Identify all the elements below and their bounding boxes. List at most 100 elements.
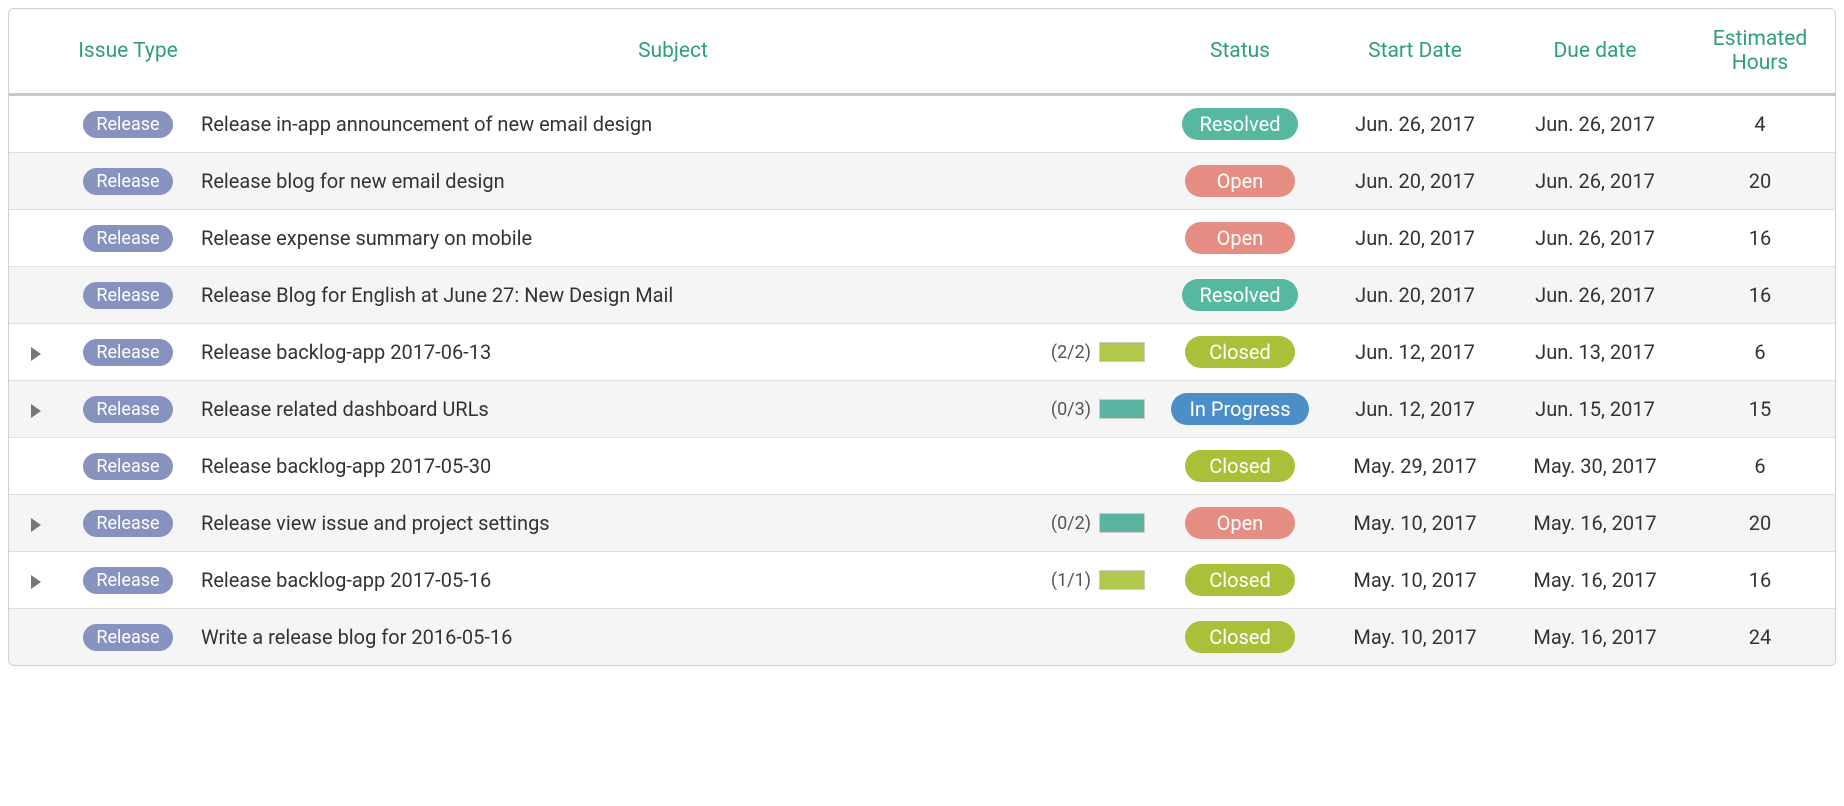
subtask-indicator: (0/3) [1051,399,1145,420]
status-badge: Closed [1185,564,1295,596]
caret-right-icon[interactable] [31,518,41,532]
subject-cell[interactable]: Release view issue and project settings (… [191,495,1155,552]
expand-cell[interactable] [9,381,65,438]
subject-cell[interactable]: Release in-app announcement of new email… [191,95,1155,153]
table-row[interactable]: ReleaseRelease backlog-app 2017-05-30Clo… [9,438,1835,495]
status-badge: Closed [1185,621,1295,653]
col-header-start-date[interactable]: Start Date [1325,9,1505,95]
expand-cell[interactable] [9,495,65,552]
status-badge: Open [1185,165,1295,197]
subtask-count: (0/3) [1051,399,1091,420]
estimated-hours-cell: 20 [1685,153,1835,210]
estimated-hours-cell: 16 [1685,552,1835,609]
caret-right-icon[interactable] [31,404,41,418]
status-badge: Closed [1185,336,1295,368]
issue-type-cell: Release [65,438,191,495]
subject-cell[interactable]: Release backlog-app 2017-05-16(1/1) [191,552,1155,609]
subject-cell[interactable]: Release blog for new email design [191,153,1155,210]
table-row[interactable]: Release Release in-app announcement of ne… [9,95,1835,153]
estimated-hours-cell: 16 [1685,267,1835,324]
subject-text[interactable]: Write a release blog for 2016-05-16 [201,625,512,649]
subject-text[interactable]: Release blog for new email design [201,169,505,193]
expand-cell[interactable] [9,552,65,609]
subtask-progress-bar [1099,513,1145,533]
subject-cell[interactable]: Release backlog-app 2017-05-30 [191,438,1155,495]
start-date-cell: Jun. 12, 2017 [1325,324,1505,381]
subject-text[interactable]: Release view issue and project settings [201,511,550,535]
status-cell: Open [1155,495,1325,552]
status-cell: In Progress [1155,381,1325,438]
subject-text[interactable]: Release related dashboard URLs [201,397,489,421]
issue-type-cell: Release [65,495,191,552]
col-header-expand [9,9,65,95]
status-cell: Resolved [1155,267,1325,324]
estimated-hours-cell: 6 [1685,438,1835,495]
status-cell: Closed [1155,324,1325,381]
due-date-cell: Jun. 26, 2017 [1505,95,1685,153]
col-header-status[interactable]: Status [1155,9,1325,95]
due-date-cell: May. 16, 2017 [1505,609,1685,666]
start-date-cell: Jun. 26, 2017 [1325,95,1505,153]
due-date-cell: May. 30, 2017 [1505,438,1685,495]
status-cell: Closed [1155,609,1325,666]
caret-right-icon[interactable] [31,575,41,589]
subtask-progress-fill [1100,400,1144,418]
subtask-progress-fill [1100,571,1144,589]
issue-table: Issue Type Subject Status Start Date Due… [9,9,1835,665]
table-row[interactable]: Release Release backlog-app 2017-05-16(1/… [9,552,1835,609]
status-badge: Resolved [1182,279,1299,311]
subject-text[interactable]: Release in-app announcement of new email… [201,112,652,136]
table-row[interactable]: Release Release backlog-app 2017-06-13(2/… [9,324,1835,381]
subtask-progress-bar [1099,342,1145,362]
issue-type-badge: Release [83,396,172,423]
table-row[interactable]: ReleaseRelease expense summary on mobile… [9,210,1835,267]
expand-cell[interactable] [9,324,65,381]
subject-text[interactable]: Release backlog-app 2017-05-30 [201,454,491,478]
table-row[interactable]: Release Release blog for new email design… [9,153,1835,210]
issue-type-cell: Release [65,95,191,153]
col-header-estimated-hours[interactable]: Estimated Hours [1685,9,1835,95]
caret-right-icon[interactable] [31,347,41,361]
col-header-due-date[interactable]: Due date [1505,9,1685,95]
table-row[interactable]: ReleaseWrite a release blog for 2016-05-… [9,609,1835,666]
status-badge: Open [1185,507,1295,539]
issue-type-badge: Release [83,567,172,594]
status-cell: Open [1155,153,1325,210]
issue-type-badge: Release [83,339,172,366]
subtask-count: (0/2) [1051,513,1091,534]
estimated-hours-cell: 4 [1685,95,1835,153]
estimated-hours-cell: 16 [1685,210,1835,267]
status-badge: In Progress [1171,393,1308,425]
estimated-hours-cell: 24 [1685,609,1835,666]
table-row[interactable]: Release Release Blog for English at June … [9,267,1835,324]
status-cell: Closed [1155,552,1325,609]
header-row: Issue Type Subject Status Start Date Due… [9,9,1835,95]
due-date-cell: Jun. 15, 2017 [1505,381,1685,438]
status-badge: Open [1185,222,1295,254]
subject-cell[interactable]: Release expense summary on mobile [191,210,1155,267]
due-date-cell: Jun. 13, 2017 [1505,324,1685,381]
subject-text[interactable]: Release Blog for English at June 27: New… [201,283,673,307]
subject-cell[interactable]: Release related dashboard URLs (0/3) [191,381,1155,438]
start-date-cell: Jun. 20, 2017 [1325,153,1505,210]
subject-text[interactable]: Release backlog-app 2017-06-13 [201,340,491,364]
issue-type-badge: Release [83,282,172,309]
start-date-cell: May. 29, 2017 [1325,438,1505,495]
table-row[interactable]: Release Release related dashboard URLs (0/… [9,381,1835,438]
expand-cell [9,609,65,666]
issue-type-cell: Release [65,381,191,438]
subject-text[interactable]: Release backlog-app 2017-05-16 [201,568,491,592]
expand-cell [9,267,65,324]
subject-cell[interactable]: Write a release blog for 2016-05-16 [191,609,1155,666]
table-row[interactable]: ReleaseRelease view issue and project se… [9,495,1835,552]
due-date-cell: Jun. 26, 2017 [1505,153,1685,210]
subject-text[interactable]: Release expense summary on mobile [201,226,532,250]
estimated-hours-cell: 15 [1685,381,1835,438]
status-cell: Resolved [1155,95,1325,153]
status-badge: Resolved [1182,108,1299,140]
subject-cell[interactable]: Release backlog-app 2017-06-13(2/2) [191,324,1155,381]
subject-cell[interactable]: Release Blog for English at June 27: New… [191,267,1155,324]
issue-type-cell: Release [65,153,191,210]
col-header-issue-type[interactable]: Issue Type [65,9,191,95]
col-header-subject[interactable]: Subject [191,9,1155,95]
